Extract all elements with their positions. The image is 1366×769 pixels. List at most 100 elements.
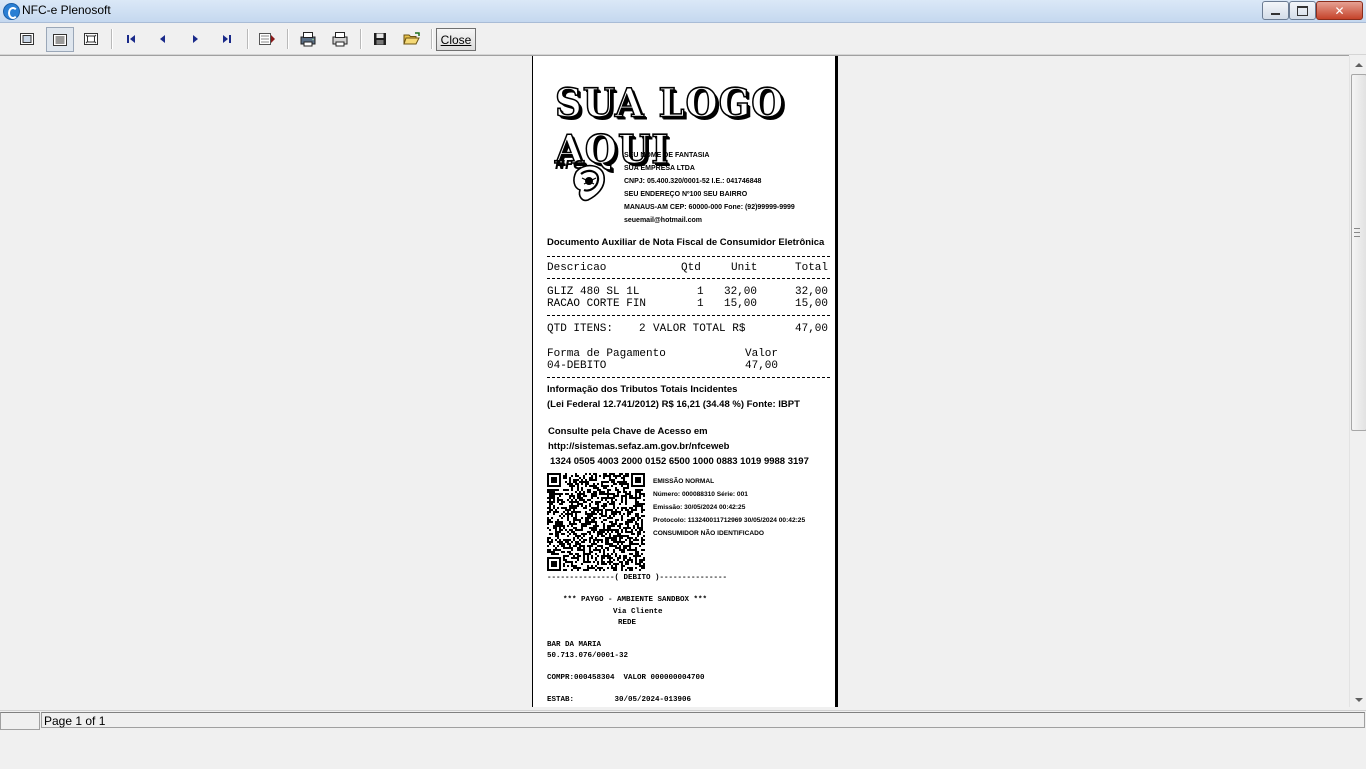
- total-value: 47,00: [795, 323, 829, 335]
- one-page-button[interactable]: [15, 27, 39, 50]
- page-width-icon: [53, 33, 67, 46]
- maximize-button[interactable]: [1289, 1, 1316, 20]
- goto-page-button[interactable]: [255, 27, 279, 50]
- item-descricao: RACAO CORTE FIN: [547, 298, 647, 310]
- save-button[interactable]: [368, 27, 392, 50]
- tributos-detail: (Lei Federal 12.741/2012) R$ 16,21 (34.4…: [547, 399, 800, 410]
- qr-code: [547, 473, 645, 571]
- title-bar: NFC-e Plenosoft ✕: [0, 0, 1366, 23]
- nfce-logo-icon: NFC: [555, 158, 606, 202]
- fit-page-button[interactable]: [79, 27, 103, 50]
- next-page-icon: [193, 34, 198, 43]
- payment-value-header: Valor: [745, 348, 779, 360]
- dashed-divider: [547, 256, 830, 257]
- column-descricao: Descricao: [547, 262, 607, 274]
- tef-estab: ESTAB: 30/05/2024-013906: [547, 696, 692, 704]
- first-page-icon: [127, 34, 135, 43]
- qr-code-modules: [547, 473, 645, 571]
- fit-page-icon: [84, 32, 98, 45]
- company-info: SEU NOME DE FANTASIA SUA EMPRESA LTDA CN…: [624, 149, 795, 227]
- column-unit: Unit: [731, 262, 758, 274]
- tef-compr: COMPR:000458304 VALOR 000000004700: [547, 674, 705, 682]
- company-city-phone: MANAUS-AM CEP: 60000-000 Fone: (92)99999…: [624, 204, 795, 211]
- page-width-button[interactable]: [46, 27, 74, 52]
- printer-setup-button[interactable]: [296, 27, 320, 50]
- company-email: seuemail@hotmail.com: [624, 217, 703, 224]
- company-cnpj-ie: CNPJ: 05.400.320/0001-52 I.E.: 041746848: [624, 178, 762, 185]
- status-panel: [0, 712, 40, 730]
- minimize-icon: [1271, 13, 1280, 15]
- column-total: Total: [795, 262, 829, 274]
- scroll-down-icon[interactable]: [1355, 698, 1363, 702]
- save-icon: [374, 32, 386, 45]
- printer-setup-icon: [300, 31, 316, 46]
- dashed-divider: [547, 278, 830, 279]
- one-page-icon: [20, 32, 34, 45]
- toolbar-separator: [111, 29, 113, 49]
- consulta-title: Consulte pela Chave de Acesso em: [548, 426, 708, 437]
- emission-number: Número: 000088310 Série: 001: [653, 491, 748, 498]
- document-title: Documento Auxiliar de Nota Fiscal de Con…: [547, 237, 825, 248]
- dashed-divider: [547, 377, 830, 378]
- last-page-button[interactable]: [215, 27, 239, 50]
- emission-date: Emissão: 30/05/2024 00:42:25: [653, 504, 746, 511]
- item-qtd: 1: [697, 286, 704, 298]
- emission-protocol: Protocolo: 113240011712969 30/05/2024 00…: [653, 517, 806, 524]
- open-button[interactable]: [400, 27, 424, 50]
- print-button[interactable]: [328, 27, 352, 50]
- access-key: 1324 0505 4003 2000 0152 6500 1000 0883 …: [550, 456, 809, 467]
- page-indicator: Page 1 of 1: [41, 712, 1365, 728]
- previous-page-icon: [160, 34, 165, 43]
- open-icon: [403, 31, 420, 44]
- tef-merchant-cnpj: 50.713.076/0001-32: [547, 652, 629, 660]
- emission-consumer: CONSUMIDOR NÃO IDENTIFICADO: [653, 530, 764, 537]
- payment-method-header: Forma de Pagamento: [547, 348, 666, 360]
- company-fantasy-name: SEU NOME DE FANTASIA: [624, 152, 710, 159]
- close-preview-button[interactable]: Close: [436, 28, 476, 51]
- window-title: NFC-e Plenosoft: [22, 3, 111, 17]
- minimize-button[interactable]: [1262, 1, 1289, 20]
- first-page-button[interactable]: [119, 27, 143, 50]
- toolbar-separator: [360, 29, 362, 49]
- maximize-icon: [1297, 5, 1308, 16]
- total-label: VALOR TOTAL R$: [653, 323, 746, 335]
- qtd-itens-value: 2: [639, 323, 646, 335]
- qtd-itens-label: QTD ITENS:: [547, 323, 614, 335]
- toolbar-separator: [247, 29, 249, 49]
- payment-method: 04-DEBITO: [547, 360, 607, 372]
- receipt-page: SUA LOGO AQUI NFC SEU NOME DE FANTASIA S…: [532, 56, 838, 707]
- tef-line2: Via Cliente: [613, 608, 663, 616]
- next-page-button[interactable]: [183, 27, 207, 50]
- item-qtd: 1: [697, 298, 704, 310]
- tef-line1: *** PAYGO - AMBIENTE SANDBOX ***: [563, 596, 708, 604]
- emission-info: EMISSÃO NORMAL Número: 000088310 Série: …: [653, 475, 805, 540]
- scroll-up-icon[interactable]: [1355, 63, 1363, 67]
- preview-toolbar: Close: [0, 23, 1366, 55]
- company-address: SEU ENDEREÇO Nº100 SEU BAIRRO: [624, 191, 748, 198]
- item-unit: 15,00: [724, 298, 758, 310]
- nfce-logo-text: NFC: [555, 158, 582, 172]
- emission-type: EMISSÃO NORMAL: [653, 478, 715, 485]
- tef-merchant: BAR DA MARIA: [547, 641, 602, 649]
- item-descricao: GLIZ 480 SL 1L: [547, 286, 640, 298]
- column-qtd: Qtd: [681, 262, 701, 274]
- status-bar: Page 1 of 1: [0, 710, 1366, 769]
- item-total: 15,00: [795, 298, 829, 310]
- scroll-thumb[interactable]: [1351, 74, 1366, 431]
- item-total: 32,00: [795, 286, 829, 298]
- scroll-grip-icon: [1354, 228, 1360, 237]
- window-close-button[interactable]: ✕: [1316, 1, 1363, 20]
- tef-line3: REDE: [618, 619, 637, 627]
- close-icon: ✕: [1334, 3, 1345, 18]
- tef-separator: ---------------( DEBITO )---------------: [547, 574, 728, 582]
- toolbar-separator: [287, 29, 289, 49]
- payment-value: 47,00: [745, 360, 779, 372]
- last-page-icon: [223, 34, 231, 43]
- previous-page-button[interactable]: [151, 27, 175, 50]
- vertical-scrollbar[interactable]: [1349, 56, 1366, 707]
- toolbar-separator: [431, 29, 433, 49]
- app-icon: [3, 3, 20, 20]
- print-icon: [332, 31, 348, 46]
- dashed-divider: [547, 315, 830, 316]
- item-unit: 32,00: [724, 286, 758, 298]
